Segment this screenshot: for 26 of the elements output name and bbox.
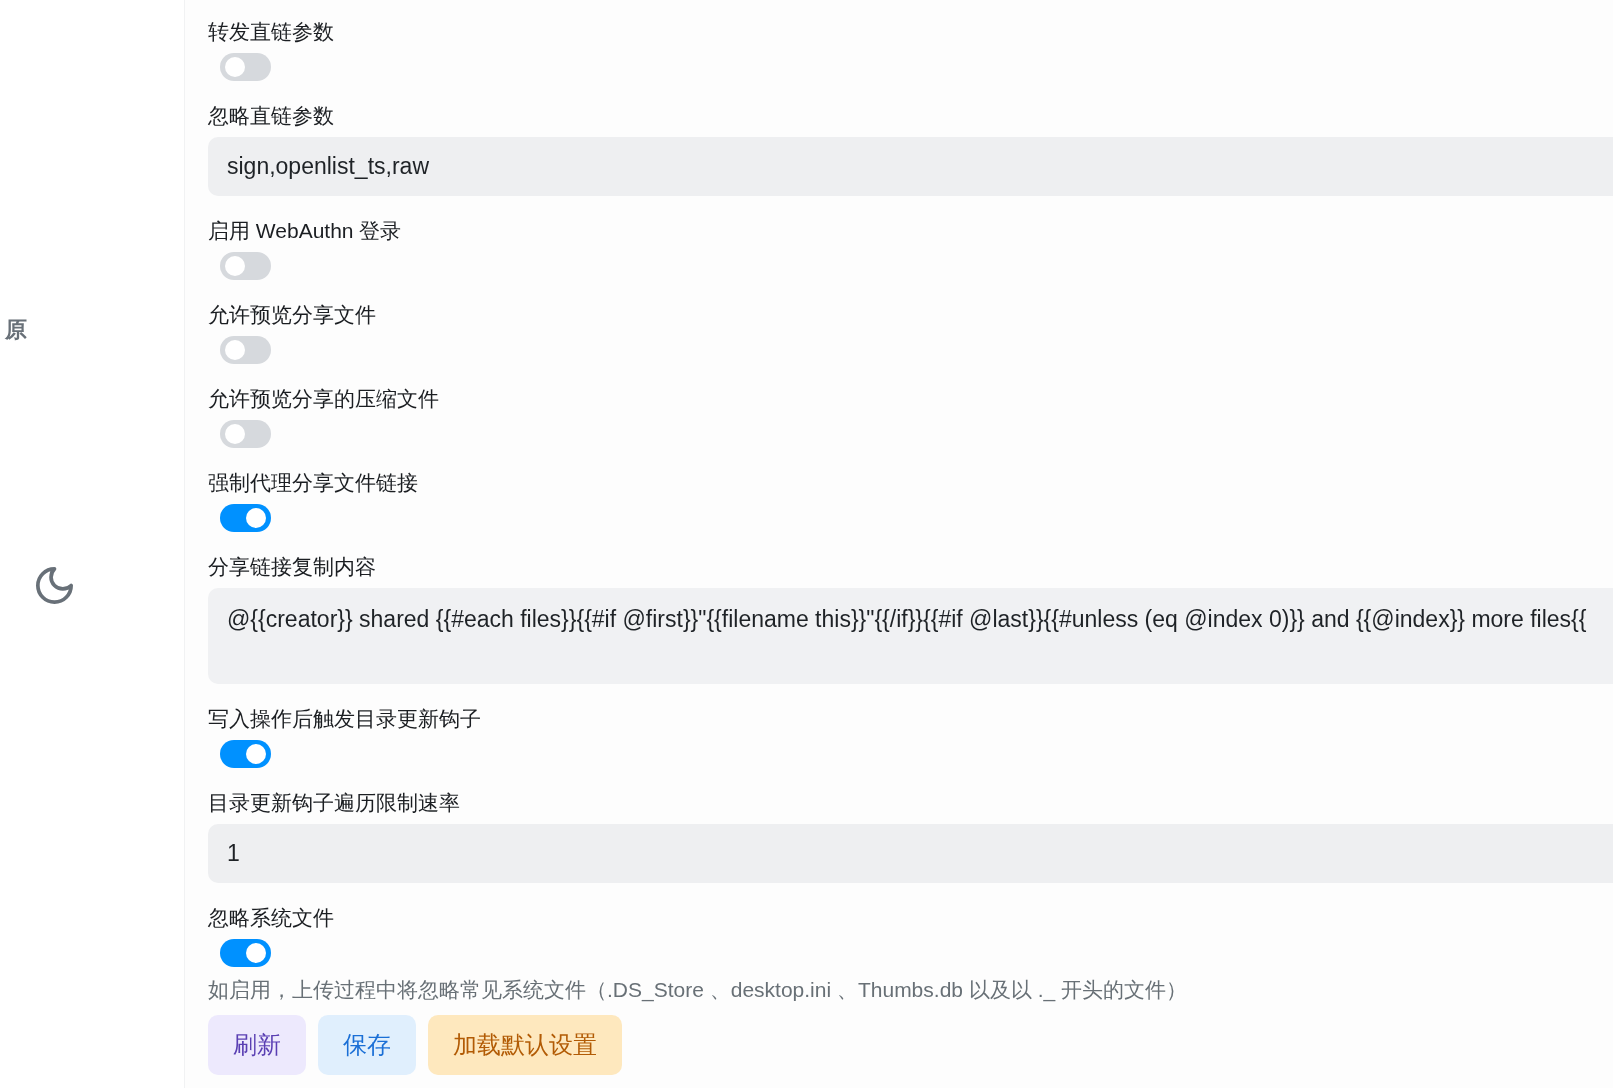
load-defaults-button[interactable]: 加载默认设置 (428, 1015, 622, 1075)
setting-label: 分享链接复制内容 (208, 555, 376, 579)
toggle-switch[interactable] (220, 420, 271, 448)
save-button[interactable]: 保存 (318, 1015, 416, 1075)
setting-label: 允许预览分享的压缩文件 (208, 387, 439, 411)
sidebar-item[interactable]: 原 (0, 318, 184, 342)
toggle-switch[interactable] (220, 336, 271, 364)
setting-label: 忽略直链参数 (208, 104, 334, 128)
toggle-switch[interactable] (220, 53, 271, 81)
refresh-button[interactable]: 刷新 (208, 1015, 306, 1075)
setting-label: 允许预览分享文件 (208, 303, 376, 327)
help-text: 如启用，上传过程中将忽略常见系统文件（.DS_Store 、desktop.ini 、Thumbs.db 以及以 ._ 开头的文件） (208, 978, 1187, 1002)
toggle-switch[interactable] (220, 252, 271, 280)
moon-icon[interactable] (36, 567, 73, 604)
setting-label: 目录更新钩子遍历限制速率 (208, 791, 460, 815)
setting-label: 忽略系统文件 (208, 906, 334, 930)
text-input[interactable]: 1 (208, 824, 1613, 883)
setting-label: 写入操作后触发目录更新钩子 (208, 707, 481, 731)
setting-label: 强制代理分享文件链接 (208, 471, 418, 495)
setting-label: 转发直链参数 (208, 20, 334, 44)
toggle-switch[interactable] (220, 504, 271, 532)
toggle-switch[interactable] (220, 939, 271, 967)
setting-label: 启用 WebAuthn 登录 (208, 219, 402, 243)
text-area[interactable]: @{{creator}} shared {{#each files}}{{#if @first}}"{{filename this}}"{{/if}}{{#if @last}}{{#unless (eq @index 0)}} and {{@index}} more files{{ (208, 588, 1613, 684)
text-input[interactable]: sign,openlist_ts,raw (208, 137, 1613, 196)
toggle-switch[interactable] (220, 740, 271, 768)
